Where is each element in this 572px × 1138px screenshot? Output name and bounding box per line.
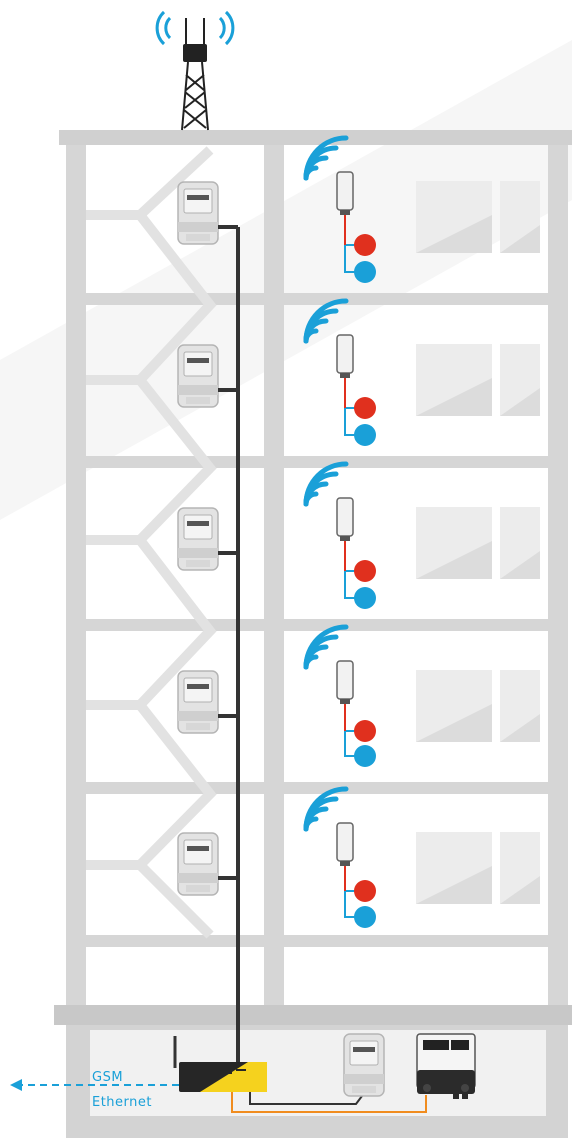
cold-water-sensor — [354, 906, 376, 928]
right-wall — [548, 145, 568, 1010]
cold-water-sensor — [354, 587, 376, 609]
electricity-meter — [177, 507, 219, 571]
cold-water-sensor — [354, 261, 376, 283]
window — [416, 344, 540, 416]
left-wall — [66, 145, 86, 1010]
ethernet-label: Ethernet — [92, 1095, 152, 1110]
wireless-transmitter — [336, 497, 354, 542]
inner-wall — [264, 145, 284, 1010]
electricity-meter — [177, 832, 219, 896]
electricity-meter — [177, 670, 219, 734]
window — [416, 670, 540, 742]
ground-slab — [54, 1005, 572, 1025]
electricity-meter — [177, 344, 219, 408]
building-metering-diagram: GSM Ethernet — [0, 10, 572, 1138]
window — [416, 507, 540, 579]
hot-water-sensor — [354, 397, 376, 419]
window — [416, 832, 540, 904]
gsm-label: GSM — [92, 1070, 123, 1085]
cold-water-sensor — [354, 745, 376, 767]
electricity-meter — [343, 1033, 385, 1097]
floor-5 — [177, 789, 540, 928]
hot-water-sensor — [354, 880, 376, 902]
floor-4 — [177, 627, 540, 767]
window — [416, 181, 540, 253]
wireless-transmitter — [336, 822, 354, 867]
hot-water-sensor — [354, 720, 376, 742]
heat-meter — [416, 1033, 476, 1099]
hot-water-sensor — [354, 560, 376, 582]
wireless-transmitter — [336, 660, 354, 705]
wireless-transmitter — [336, 334, 354, 379]
antenna-tower-icon — [155, 10, 235, 131]
hot-water-sensor — [354, 234, 376, 256]
electricity-meter — [177, 181, 219, 245]
floor-3 — [177, 464, 540, 609]
uplink-arrow-icon — [10, 1079, 22, 1091]
roof-slab — [59, 130, 572, 145]
wireless-transmitter — [336, 171, 354, 216]
cold-water-sensor — [354, 424, 376, 446]
